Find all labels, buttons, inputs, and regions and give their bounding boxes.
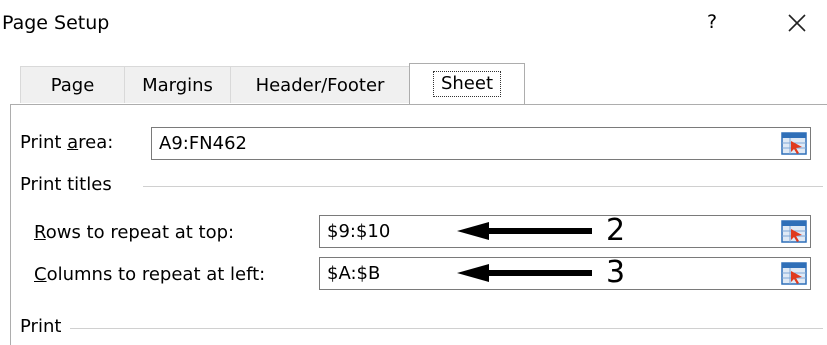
print-area-field[interactable] (151, 127, 811, 160)
print-area-collapse-button[interactable] (781, 132, 807, 155)
range-select-icon (781, 262, 807, 285)
print-titles-divider (143, 186, 823, 187)
rows-annotation-number: 2 (606, 213, 626, 248)
rows-repeat-collapse-button[interactable] (781, 220, 807, 243)
tab-margins[interactable]: Margins (124, 66, 230, 103)
tab-sheet[interactable]: Sheet (409, 63, 525, 105)
tab-header-footer[interactable]: Header/Footer (230, 66, 410, 103)
close-icon (788, 14, 806, 32)
print-area-label: Print area: (20, 132, 114, 153)
rows-annotation-arrow (457, 222, 592, 240)
close-button[interactable] (781, 8, 813, 38)
dialog-title: Page Setup (2, 12, 110, 34)
print-titles-header: Print titles (20, 174, 112, 195)
cols-annotation-number: 3 (606, 255, 626, 290)
tab-strip: Page Margins Header/Footer Sheet (0, 63, 827, 106)
print-area-input[interactable] (152, 128, 579, 159)
tab-sheet-label: Sheet (432, 71, 502, 97)
cols-annotation-arrow (457, 264, 592, 282)
rows-repeat-label: Rows to repeat at top: (34, 222, 235, 243)
range-select-icon (781, 220, 807, 243)
help-button[interactable]: ? (700, 11, 724, 39)
cols-repeat-collapse-button[interactable] (781, 262, 807, 285)
range-select-icon (781, 132, 807, 155)
print-divider (70, 328, 823, 329)
cols-repeat-label: Columns to repeat at left: (34, 264, 266, 285)
tab-page[interactable]: Page (20, 66, 124, 103)
